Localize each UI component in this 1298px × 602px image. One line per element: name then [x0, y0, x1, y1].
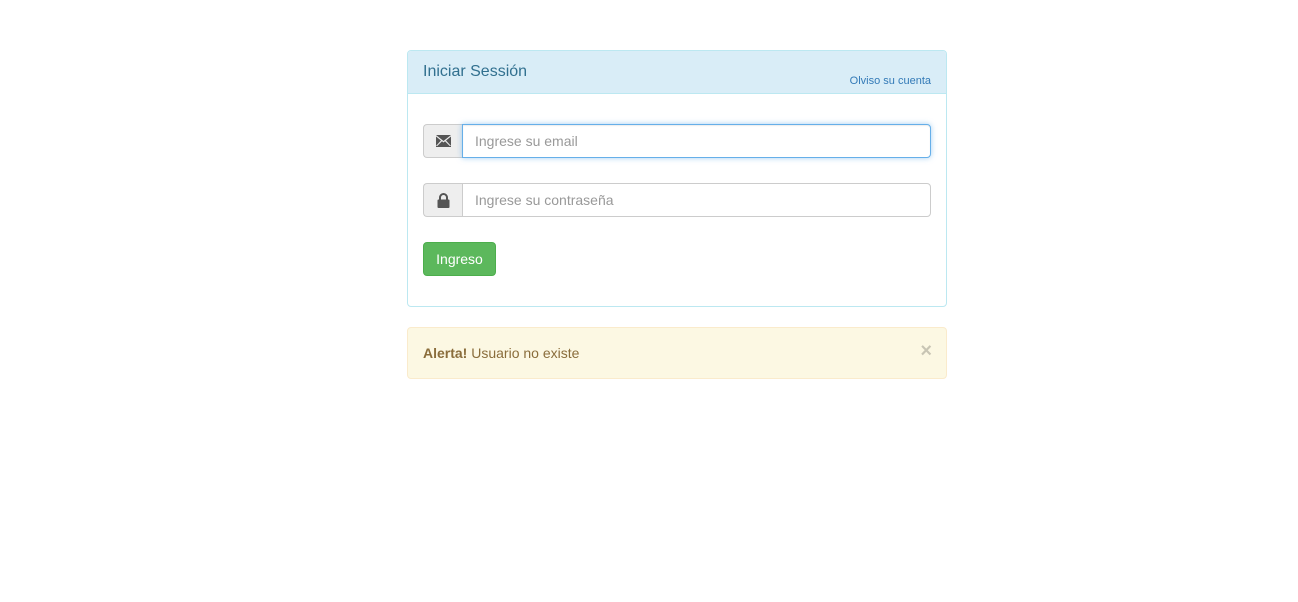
- password-addon: [423, 183, 462, 217]
- alert-title: Alerta!: [423, 345, 468, 361]
- login-panel: Iniciar Sessión Olviso su cuenta Ingreso: [407, 50, 947, 307]
- email-addon: [423, 124, 462, 158]
- warning-alert: Alerta! Usuario no existe ×: [407, 327, 947, 379]
- lock-icon: [437, 192, 449, 208]
- alert-message: Usuario no existe: [467, 345, 580, 361]
- password-field[interactable]: [462, 183, 931, 217]
- forgot-account-link[interactable]: Olviso su cuenta: [850, 75, 931, 87]
- alert-text: Alerta! Usuario no existe: [423, 345, 579, 361]
- login-submit-button[interactable]: Ingreso: [423, 242, 496, 276]
- password-input-group: [423, 183, 931, 217]
- login-panel-heading: Iniciar Sessión Olviso su cuenta: [408, 51, 946, 94]
- close-icon[interactable]: ×: [920, 341, 932, 361]
- email-input-group: [423, 124, 931, 158]
- email-field[interactable]: [462, 124, 931, 158]
- panel-title: Iniciar Sessión: [423, 63, 528, 80]
- envelope-icon: [435, 135, 451, 147]
